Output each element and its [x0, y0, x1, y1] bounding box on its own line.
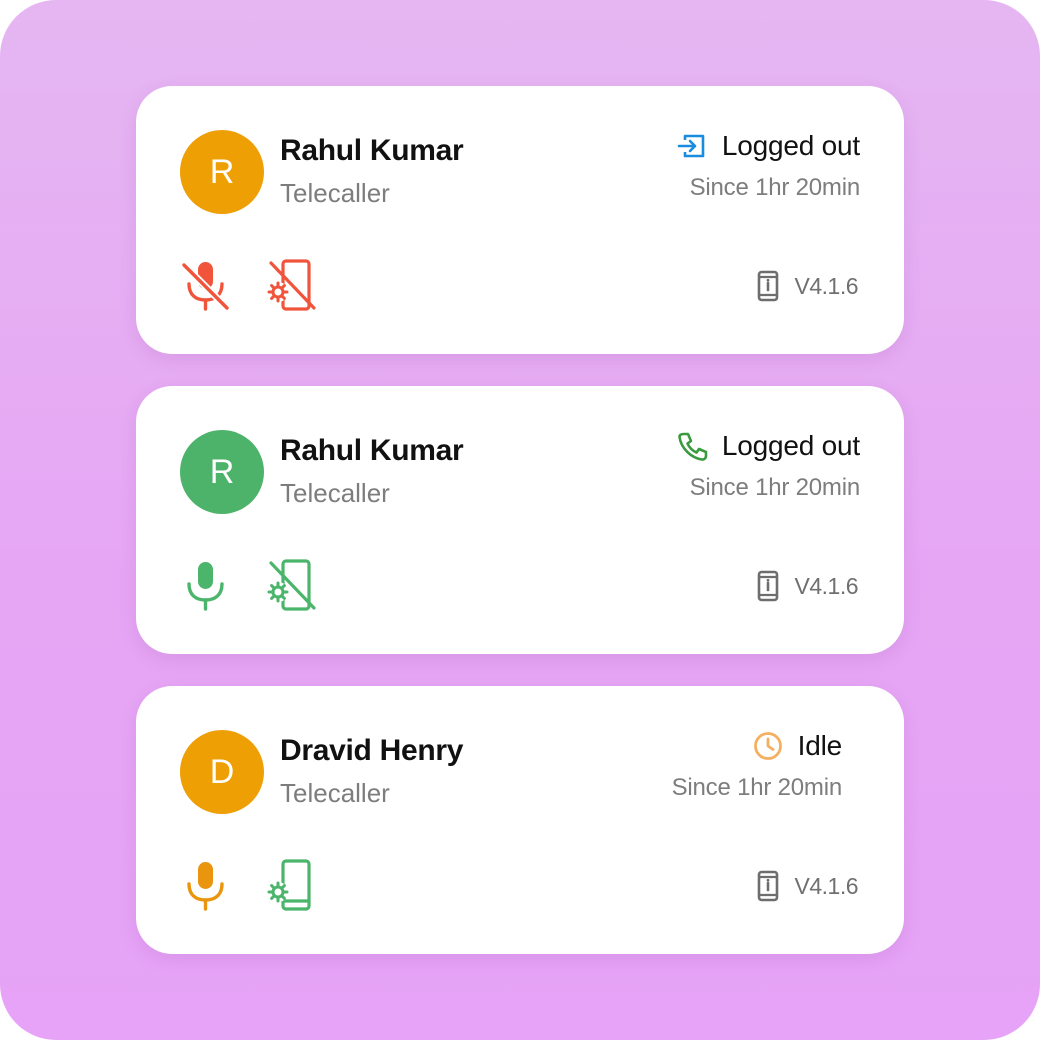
avatar: R [180, 430, 264, 514]
device-settings-off-icon[interactable] [266, 258, 318, 314]
status-indicator: Idle [752, 730, 842, 762]
clock-icon [753, 732, 782, 760]
permission-icons [180, 858, 318, 914]
status-label: Idle [797, 730, 843, 761]
device-settings-icon[interactable] [266, 858, 318, 914]
permission-icons [180, 258, 318, 314]
status-duration: Since 1hr 20min [671, 774, 843, 801]
app-version: V4.1.6 [757, 270, 859, 302]
agent-name: Dravid Henry [280, 734, 464, 767]
avatar: D [180, 730, 264, 814]
agent-card[interactable]: R Rahul Kumar Telecaller Logged out Sinc… [136, 386, 904, 654]
agent-role: Telecaller [280, 178, 390, 208]
mic-icon[interactable] [180, 859, 232, 913]
avatar-initial: R [209, 152, 235, 191]
avatar-initial: D [209, 752, 235, 791]
app-version: V4.1.6 [757, 570, 859, 602]
device-info-icon [757, 270, 778, 302]
mic-icon[interactable] [180, 559, 232, 613]
agent-role: Telecaller [280, 778, 390, 808]
mic-off-icon[interactable] [180, 259, 232, 313]
agent-role: Telecaller [280, 478, 390, 508]
app-version: V4.1.6 [757, 870, 859, 902]
status-label: Logged out [721, 130, 860, 161]
status-duration: Since 1hr 20min [689, 174, 861, 201]
avatar-initial: R [209, 452, 235, 491]
status-indicator: Logged out [676, 130, 860, 162]
agent-card[interactable]: R Rahul Kumar Telecaller Logged out Sinc… [136, 86, 904, 354]
permission-icons [180, 558, 318, 614]
status-duration: Since 1hr 20min [689, 474, 861, 501]
version-label: V4.1.6 [794, 872, 859, 899]
device-settings-off-icon[interactable] [266, 558, 318, 614]
phone-icon [678, 432, 708, 461]
device-info-icon [757, 570, 778, 602]
device-info-icon [757, 870, 778, 902]
status-indicator: Logged out [676, 430, 860, 462]
agent-name: Rahul Kumar [280, 134, 464, 167]
agent-card[interactable]: D Dravid Henry Telecaller Idle Since 1hr… [136, 686, 904, 954]
background-panel: R Rahul Kumar Telecaller Logged out Sinc… [0, 0, 1040, 1040]
agent-name: Rahul Kumar [280, 434, 464, 467]
logout-icon [677, 134, 705, 158]
version-label: V4.1.6 [794, 572, 859, 599]
avatar: R [180, 130, 264, 214]
status-label: Logged out [721, 430, 860, 461]
version-label: V4.1.6 [794, 272, 859, 299]
